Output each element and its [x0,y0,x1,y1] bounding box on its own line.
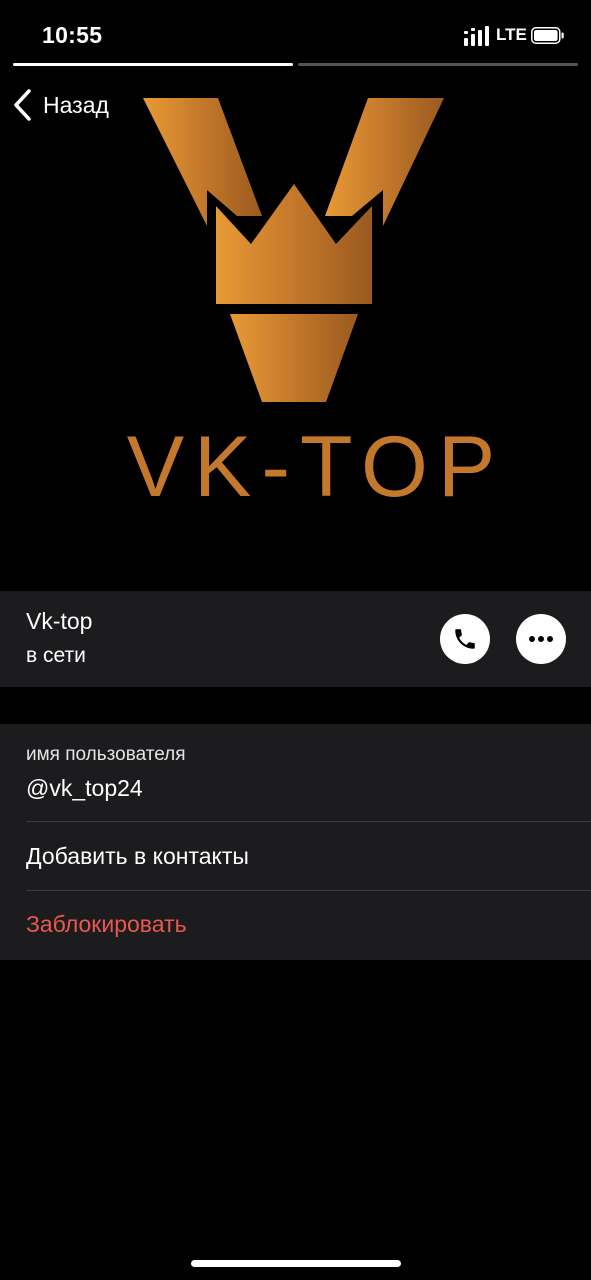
back-button[interactable]: Назад [12,88,109,122]
status-bar: 10:55 LTE [0,0,591,64]
more-dots-icon [529,636,553,642]
profile-status: в сети [26,644,86,667]
divider [26,890,591,891]
username-value[interactable]: @vk_top24 [26,775,143,802]
phone-icon [455,629,475,649]
block-button[interactable]: Заблокировать [26,911,187,938]
vk-top-logo-mark [143,98,444,402]
home-indicator[interactable] [191,1260,401,1267]
back-label: Назад [43,91,109,118]
battery-icon [531,27,564,44]
logo-text: VK-TOP [127,419,506,515]
call-button[interactable] [440,614,490,664]
network-type: LTE [496,25,527,44]
profile-avatar: VK-TOP [127,98,506,515]
username-label: имя пользователя [26,744,186,765]
profile-header: Vk-top в сети [0,591,591,687]
profile-name: Vk-top [26,608,93,634]
cellular-signal-icon [464,26,489,46]
add-contact-button[interactable]: Добавить в контакты [26,843,249,870]
profile-info-list: имя пользователя @vk_top24 Добавить в ко… [0,724,591,960]
divider [26,821,591,822]
status-time: 10:55 [42,22,103,48]
more-button[interactable] [516,614,566,664]
chevron-left-icon [14,89,31,121]
